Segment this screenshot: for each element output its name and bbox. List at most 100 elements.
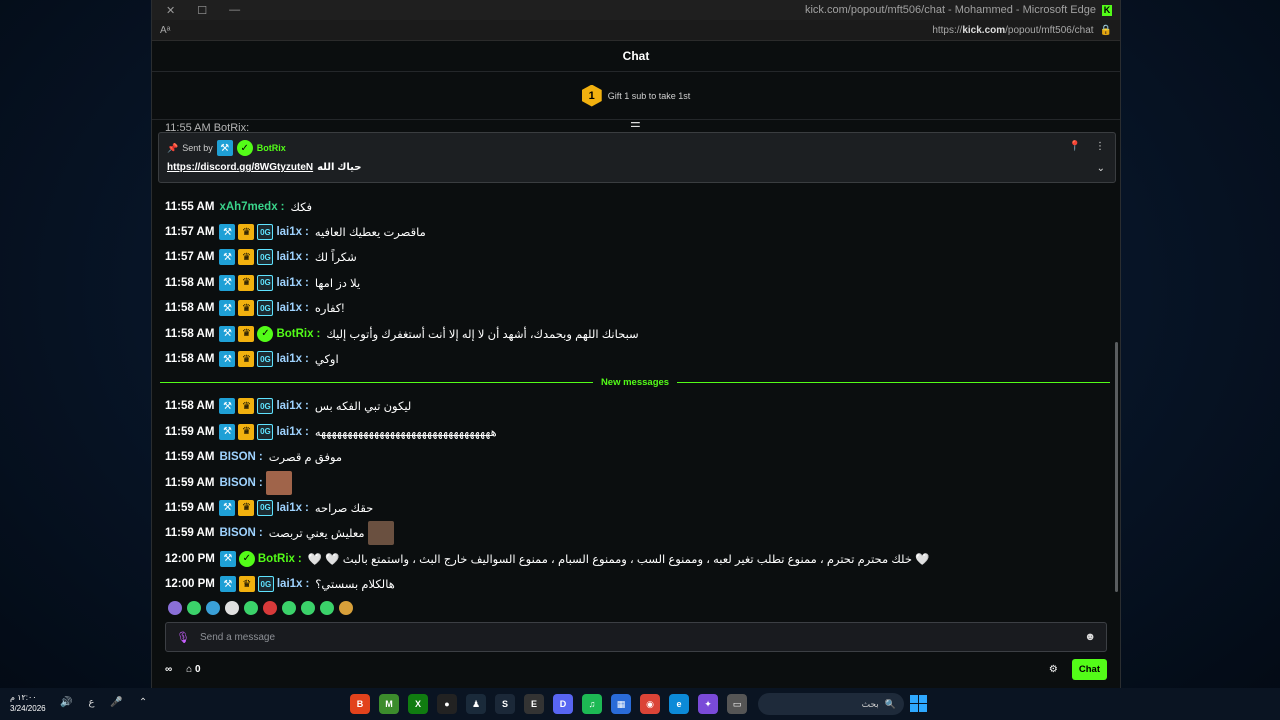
mic-tray-icon[interactable]: 🎤 <box>110 697 122 708</box>
message-time: 11:58 AM <box>165 276 215 289</box>
message-text: ليكون تبي الفكه بس <box>314 401 412 414</box>
chat-message: 11:57 AM ⚒ ♛ 0G lai1x: ماقصرت يعطيك العافيه <box>165 219 1105 244</box>
close-icon[interactable]: ✕ <box>166 4 175 17</box>
message-username[interactable]: xAh7medx <box>219 201 277 213</box>
copilot-icon[interactable]: ✦ <box>698 694 718 714</box>
emote-icon[interactable] <box>339 601 353 615</box>
more-options-icon[interactable]: ⋮ <box>1095 141 1105 152</box>
pinned-sender[interactable]: BotRix <box>257 143 286 153</box>
emote-icon[interactable] <box>206 601 220 615</box>
message-username[interactable]: lai1x <box>276 302 302 314</box>
settings-gear-icon[interactable]: ⚙ <box>1049 664 1058 675</box>
message-username[interactable]: lai1x <box>276 426 302 438</box>
message-input[interactable]: 🎙 Send a message ☻ <box>165 622 1107 652</box>
spotify-icon[interactable]: ♫ <box>582 694 602 714</box>
emote-icon[interactable] <box>282 601 296 615</box>
language-indicator[interactable]: ع <box>88 697 94 708</box>
chrome-icon[interactable]: ◉ <box>640 694 660 714</box>
sent-by-label: Sent by <box>182 143 213 153</box>
chat-scrollbar[interactable] <box>1115 342 1118 592</box>
title-bar: ✕ ☐ — kick.com/popout/mft506/chat - Moha… <box>152 0 1120 20</box>
mod-badge-icon: ⚒ <box>219 423 236 440</box>
emote-icon[interactable] <box>244 601 258 615</box>
pinned-link[interactable]: https://discord.gg/8WGtyzuteN <box>167 162 313 173</box>
volume-icon[interactable]: 🔊 <box>60 697 72 708</box>
emote-icon[interactable] <box>301 601 315 615</box>
emote-icon[interactable] <box>187 601 201 615</box>
epic-games-icon[interactable]: E <box>524 694 544 714</box>
emote-icon[interactable] <box>168 601 182 615</box>
url-path: /popout/mft506/chat <box>1005 24 1094 36</box>
maximize-icon[interactable]: ☐ <box>197 4 207 17</box>
store-icon: ⌂ <box>186 663 193 675</box>
message-username[interactable]: lai1x <box>276 400 302 412</box>
windows-start-icon[interactable] <box>910 695 927 712</box>
recent-emotes <box>168 601 353 615</box>
message-username[interactable]: lai1x <box>276 353 302 365</box>
browser-window: ✕ ☐ — kick.com/popout/mft506/chat - Moha… <box>151 0 1121 688</box>
emote-icon[interactable] <box>263 601 277 615</box>
chat-header: Chat <box>152 41 1120 72</box>
emote-image[interactable] <box>265 470 292 495</box>
message-username[interactable]: BISON <box>219 477 255 489</box>
message-time: 12:00 PM <box>165 578 215 591</box>
message-username[interactable]: lai1x <box>276 277 302 289</box>
chevron-down-icon[interactable]: ⌄ <box>1097 163 1105 174</box>
read-aloud-icon[interactable]: Aᵃ <box>160 25 170 36</box>
url-display[interactable]: https://kick.com/popout/mft506/chat 🔒 <box>932 25 1112 36</box>
message-time: 11:59 AM <box>165 451 215 464</box>
minecraft-icon[interactable]: M <box>379 694 399 714</box>
obs-icon[interactable]: ● <box>437 694 457 714</box>
emoji-picker-icon[interactable]: ☻ <box>1084 631 1096 643</box>
emote-icon[interactable] <box>225 601 239 615</box>
message-username[interactable]: lai1x <box>276 251 302 263</box>
scroll-to-bottom-icon[interactable]: ☰ <box>630 122 641 130</box>
system-tray: 🔊 ع 🎤 ⌃ <box>60 697 147 708</box>
edge-icon[interactable]: e <box>669 694 689 714</box>
gift-sub-bar[interactable]: 1 Gift 1 sub to take 1st <box>152 72 1120 120</box>
verified-badge-icon: ✓ <box>236 140 253 156</box>
chevron-up-icon[interactable]: ⌃ <box>139 697 147 708</box>
message-username[interactable]: lai1x <box>276 226 302 238</box>
xbox-icon[interactable]: X <box>408 694 428 714</box>
sub-badge-icon: 0G <box>257 398 274 415</box>
username-colon: : <box>280 200 285 213</box>
steam-icon[interactable]: S <box>495 694 515 714</box>
kick-logo-icon: K <box>1102 4 1112 16</box>
chat-message: 11:58 AM ⚒ ♛ 0G lai1x: يلا دز امها <box>165 270 1105 295</box>
discord-icon[interactable]: D <box>553 694 573 714</box>
emote-icon[interactable] <box>320 601 334 615</box>
emote-image[interactable] <box>367 521 394 546</box>
points-area[interactable]: ⌂ 0 <box>186 664 200 675</box>
crown-badge-icon: ♛ <box>238 576 255 593</box>
username-colon: : <box>258 476 263 489</box>
task-view-icon[interactable]: ▭ <box>727 694 747 714</box>
brave-icon[interactable]: B <box>350 694 370 714</box>
chat-message: 11:55 AM xAh7medx: فكك <box>165 194 1105 219</box>
taskbar-search[interactable]: بحث 🔍 <box>758 693 904 715</box>
message-username[interactable]: BISON <box>219 527 255 539</box>
game-icon[interactable]: ♟ <box>466 694 486 714</box>
pin-icon: 📌 <box>167 142 179 153</box>
pinned-message[interactable]: 📌 Sent by ⚒ ✓ BotRix https://discord.gg/… <box>158 132 1116 183</box>
mod-badge-icon: ⚒ <box>219 351 236 368</box>
message-username[interactable]: lai1x <box>276 502 302 514</box>
message-time: 11:55 AM <box>165 200 215 213</box>
message-username[interactable]: BISON <box>219 451 255 463</box>
message-username[interactable]: lai1x <box>277 578 303 590</box>
clock[interactable]: ١٢:٠٠ م 3/24/2026 <box>10 692 46 714</box>
infinity-icon[interactable]: ∞ <box>165 664 172 675</box>
chat-messages-area[interactable]: 11:55 AM BotRix: ☰ 📌 Sent by ⚒ ✓ BotRix … <box>152 122 1120 600</box>
chat-footer: ∞ ⌂ 0 ⚙ Chat <box>165 657 1107 681</box>
minimize-icon[interactable]: — <box>229 4 240 17</box>
message-time: 11:59 AM <box>165 527 215 540</box>
message-username[interactable]: BotRix <box>258 553 295 565</box>
unpin-icon[interactable]: 📍 <box>1069 141 1081 152</box>
search-placeholder: بحث <box>861 698 879 709</box>
store-app-icon[interactable]: ▦ <box>611 694 631 714</box>
microphone-icon[interactable]: 🎙 <box>176 631 190 644</box>
message-username[interactable]: BotRix <box>276 328 313 340</box>
username-colon: : <box>305 578 310 591</box>
send-chat-button[interactable]: Chat <box>1071 658 1107 680</box>
url-host: kick.com <box>962 24 1006 36</box>
